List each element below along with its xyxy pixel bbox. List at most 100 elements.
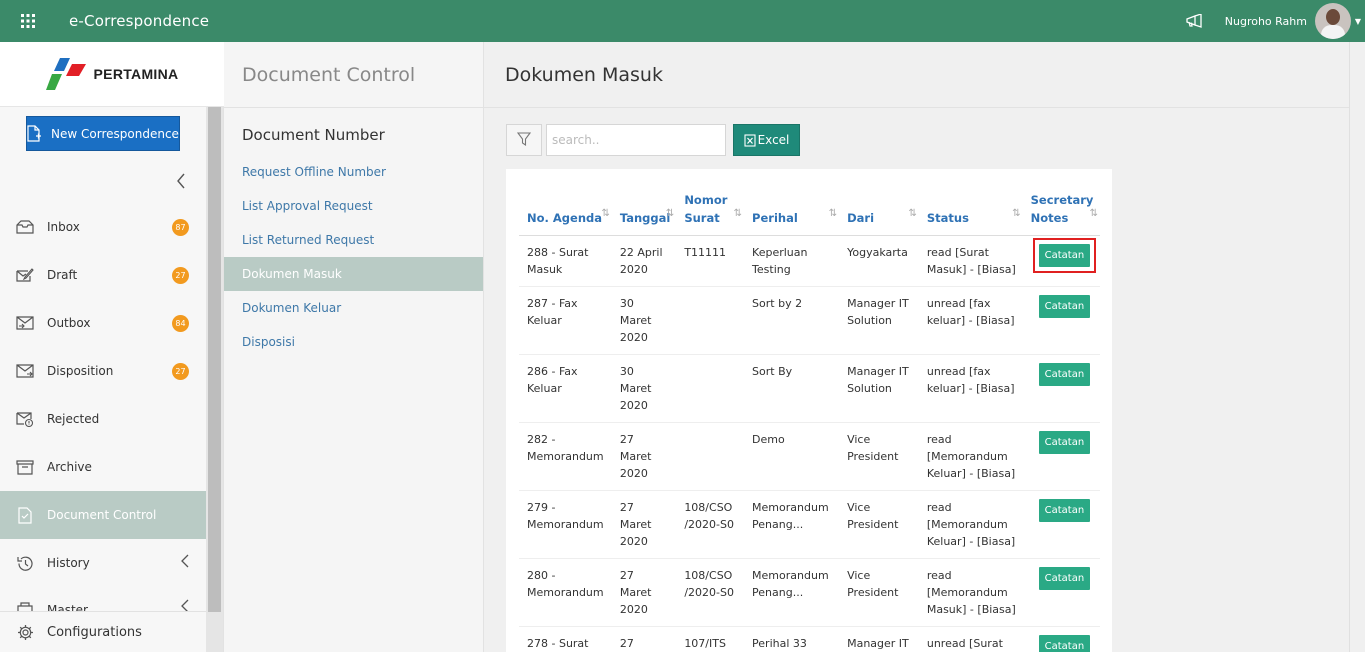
cell-text: [Memorandum	[926, 518, 1008, 531]
cell-agenda: 288 - Surat Masuk	[519, 235, 612, 287]
cell-text: 2020	[619, 467, 648, 480]
column-header-label: Status	[926, 211, 969, 225]
cell-text: 279 -	[527, 501, 556, 514]
cell-status: read [Memorandum Masuk] - [Biasa]	[918, 558, 1023, 627]
configurations-item[interactable]: Configurations	[0, 611, 206, 652]
table-row: 278 - SuratKeluar27Maret107/ITS/2020-S0 P…	[519, 626, 1100, 652]
cell-text: unread [Surat	[926, 637, 1003, 650]
column-header-tanggal[interactable]: Tanggal ⇅	[611, 191, 677, 236]
link-dokumen-keluar[interactable]: Dokumen Keluar	[224, 291, 483, 325]
catatan-button[interactable]: Catatan	[1038, 635, 1091, 652]
history-icon	[16, 554, 34, 572]
sidebar-item-label: Disposition	[47, 364, 114, 378]
filter-button[interactable]	[506, 124, 542, 156]
cell-perihal: Memorandum Penang...	[744, 558, 840, 627]
cell-agenda: 282 - Memorandum	[519, 422, 612, 491]
cell-text: 107/ITS	[684, 637, 726, 650]
link-list-approval-request[interactable]: List Approval Request	[224, 189, 483, 223]
apps-grid-icon[interactable]	[0, 0, 56, 42]
cell-status: read [Surat Masuk] - [Biasa]	[918, 235, 1023, 287]
cell-text: 282 -	[527, 433, 556, 446]
catatan-button[interactable]: Catatan	[1038, 295, 1091, 318]
cell-text: keluar] - [Biasa]	[926, 382, 1015, 395]
sidebar-item-outbox[interactable]: Outbox 84	[0, 299, 206, 347]
catatan-button[interactable]: Catatan	[1038, 431, 1091, 454]
catatan-wrapper: Catatan	[1038, 295, 1091, 318]
sidebar-item-label: Rejected	[47, 412, 100, 426]
outbox-count-badge: 84	[172, 314, 189, 332]
cell-text: unread [fax	[926, 297, 991, 310]
cell-perihal: Perihal 33	[744, 626, 840, 652]
cell-tanggal: 30 Maret 2020	[611, 286, 677, 355]
sidebar-item-label: Archive	[47, 460, 92, 474]
main-content: Dokumen Masuk Excel No. Agenda⇅ Tanggal⇅…	[484, 42, 1349, 652]
column-header-secretary-notes[interactable]: Secretary Notes ⇅	[1022, 191, 1100, 236]
announcement-icon[interactable]	[1183, 10, 1205, 32]
collapse-sidebar-icon[interactable]	[176, 173, 186, 193]
new-correspondence-button[interactable]: New Correspondence	[26, 116, 180, 151]
cell-text: President	[847, 450, 899, 463]
table-row: 282 - Memorandum 27 Maret 2020 Demo Vice Presid…	[519, 422, 1100, 491]
sidebar-item-document-control[interactable]: Document Control	[0, 491, 206, 539]
column-header-status[interactable]: Status ⇅	[918, 191, 1023, 236]
cell-text: 108/CSO	[684, 501, 733, 514]
cell-text: [Memorandum	[926, 450, 1008, 463]
sort-icon[interactable]: ⇅	[601, 205, 609, 223]
sort-icon[interactable]: ⇅	[829, 205, 837, 223]
sort-icon[interactable]: ⇅	[1090, 205, 1098, 223]
cell-tanggal: 27 Maret 2020	[611, 558, 677, 627]
cell-text: Vice	[847, 569, 871, 582]
cell-text: Sort By	[752, 365, 793, 378]
chevron-left-icon	[181, 554, 189, 572]
sort-icon[interactable]: ⇅	[908, 205, 916, 223]
column-header-perihal[interactable]: Perihal ⇅	[744, 191, 840, 236]
link-list-returned-request[interactable]: List Returned Request	[224, 223, 483, 257]
catatan-button[interactable]: Catatan	[1038, 499, 1091, 522]
cell-text: [Memorandum	[926, 586, 1008, 599]
excel-export-button[interactable]: Excel	[733, 124, 800, 156]
sort-icon[interactable]: ⇅	[1012, 205, 1020, 223]
link-disposisi[interactable]: Disposisi	[224, 325, 483, 359]
sort-icon[interactable]: ⇅	[666, 205, 674, 223]
chevron-down-icon[interactable]: ▼	[1351, 17, 1365, 26]
catatan-button[interactable]: Catatan	[1038, 363, 1091, 386]
sidebar-item-history[interactable]: History	[0, 539, 206, 587]
sidebar-item-archive[interactable]: Archive	[0, 443, 206, 491]
cell-text: 2020	[619, 535, 648, 548]
link-dokumen-masuk[interactable]: Dokumen Masuk	[224, 257, 483, 291]
column-header-label: Nomor	[684, 193, 728, 207]
cell-perihal: Sort By	[744, 354, 840, 423]
search-input[interactable]	[546, 124, 726, 156]
catatan-wrapper: Catatan	[1038, 363, 1091, 386]
link-request-offline-number[interactable]: Request Offline Number	[224, 155, 483, 189]
outbox-icon	[16, 314, 34, 332]
catatan-button[interactable]: Catatan	[1038, 244, 1091, 267]
cell-text: 280 -	[527, 569, 556, 582]
sidebar-item-label: Inbox	[47, 220, 80, 234]
column-header-no-agenda[interactable]: No. Agenda ⇅	[519, 191, 612, 236]
column-header-nomor-surat[interactable]: Nomor Surat ⇅	[676, 191, 745, 236]
column-header-dari[interactable]: Dari ⇅	[839, 191, 919, 236]
cell-text: 27	[619, 637, 634, 650]
table-row: 288 - Surat Masuk 22 April 2020 T11111 Keperl…	[519, 235, 1100, 287]
catatan-wrapper: Catatan	[1038, 431, 1091, 454]
page-scrollbar[interactable]	[1349, 42, 1365, 652]
sort-icon[interactable]: ⇅	[734, 205, 742, 223]
gear-icon	[16, 623, 34, 641]
user-name[interactable]: Nugroho Rahm	[1225, 15, 1307, 28]
cell-tanggal: 22 April 2020	[611, 235, 677, 287]
sidebar-item-disposition[interactable]: Disposition 27	[0, 347, 206, 395]
new-document-icon	[27, 125, 42, 142]
cell-text: Solution	[847, 382, 892, 395]
pertamina-logo: PERTAMINA	[45, 58, 179, 90]
sidebar-item-draft[interactable]: Draft 27	[0, 251, 206, 299]
avatar[interactable]	[1315, 3, 1351, 39]
sidebar-item-rejected[interactable]: Rejected	[0, 395, 206, 443]
sidebar-scrollbar[interactable]	[206, 107, 223, 652]
cell-nomor	[676, 286, 745, 355]
table-row: 287 - Fax Keluar 30 Maret 2020 Sort by 2 Manag…	[519, 286, 1100, 355]
cell-dari: Manager IT Solution	[839, 354, 919, 423]
sidebar-item-inbox[interactable]: Inbox 87	[0, 203, 206, 251]
catatan-button[interactable]: Catatan	[1038, 567, 1091, 590]
cell-text: 2020	[619, 331, 648, 344]
